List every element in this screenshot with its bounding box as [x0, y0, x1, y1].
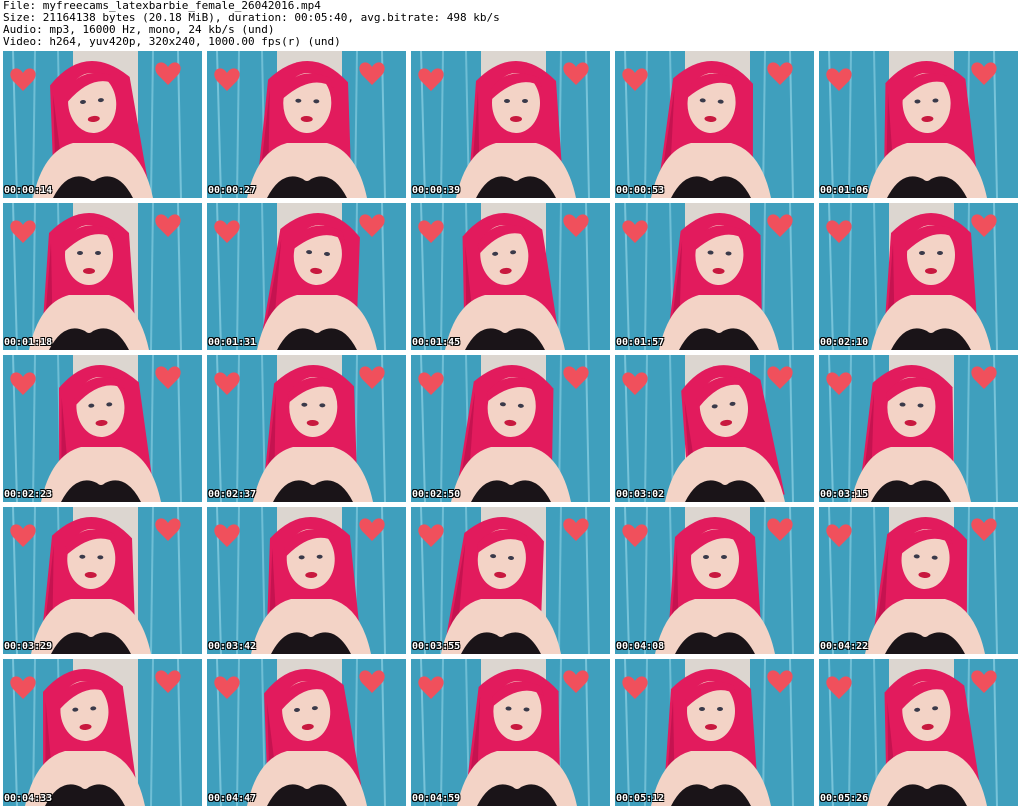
thumbnail-timestamp: 00:04:59: [412, 793, 461, 804]
thumbnail-frame-image: [3, 659, 202, 806]
thumbnail-timestamp: 00:01:45: [412, 337, 461, 348]
thumbnail-timestamp: 00:01:57: [616, 337, 665, 348]
thumbnail-frame-image: [819, 203, 1018, 350]
thumbnail-frame-image: [819, 659, 1018, 806]
thumbnail-timestamp: 00:00:39: [412, 185, 461, 196]
thumbnail-frame-image: [411, 203, 610, 350]
video-thumbnail: 00:03:55: [411, 507, 610, 654]
file-info-header: File: myfreecams_latexbarbie_female_2604…: [3, 0, 1021, 48]
thumbnail-frame-image: [411, 507, 610, 654]
video-thumbnail: 00:02:50: [411, 355, 610, 502]
thumbnail-frame-image: [207, 203, 406, 350]
video-thumbnail: 00:01:06: [819, 51, 1018, 198]
thumbnail-timestamp: 00:04:08: [616, 641, 665, 652]
thumbnail-frame-image: [207, 507, 406, 654]
video-thumbnail: 00:05:12: [615, 659, 814, 806]
video-thumbnail: 00:04:22: [819, 507, 1018, 654]
thumbnail-timestamp: 00:03:15: [820, 489, 869, 500]
thumbnail-frame-image: [411, 355, 610, 502]
video-thumbnail: 00:04:59: [411, 659, 610, 806]
video-thumbnail: 00:01:57: [615, 203, 814, 350]
thumbnail-timestamp: 00:03:42: [208, 641, 257, 652]
thumbnail-timestamp: 00:03:29: [4, 641, 53, 652]
video-thumbnail: 00:02:37: [207, 355, 406, 502]
thumbnail-timestamp: 00:00:53: [616, 185, 665, 196]
thumbnail-timestamp: 00:05:26: [820, 793, 869, 804]
thumbnail-timestamp: 00:00:27: [208, 185, 257, 196]
thumbnail-timestamp: 00:02:23: [4, 489, 53, 500]
thumbnail-timestamp: 00:01:31: [208, 337, 257, 348]
thumbnail-frame-image: [615, 203, 814, 350]
thumbnail-frame-image: [819, 507, 1018, 654]
thumbnail-timestamp: 00:04:33: [4, 793, 53, 804]
thumbnail-frame-image: [615, 507, 814, 654]
video-thumbnail: 00:03:02: [615, 355, 814, 502]
video-thumbnail: 00:01:31: [207, 203, 406, 350]
thumbnail-grid: 00:00:14 00:00:27 00:00:39 00:00:53 00:0…: [3, 51, 1021, 808]
video-thumbnail: 00:04:47: [207, 659, 406, 806]
thumbnail-frame-image: [3, 51, 202, 198]
video-thumbnail: 00:04:08: [615, 507, 814, 654]
thumbnail-frame-image: [819, 51, 1018, 198]
video-info-line: Video: h264, yuv420p, 320x240, 1000.00 f…: [3, 35, 341, 48]
video-thumbnail: 00:00:53: [615, 51, 814, 198]
thumbnail-frame-image: [615, 355, 814, 502]
video-thumbnail: 00:02:23: [3, 355, 202, 502]
video-thumbnail: 00:01:18: [3, 203, 202, 350]
video-thumbnail: 00:03:42: [207, 507, 406, 654]
thumbnail-timestamp: 00:02:37: [208, 489, 257, 500]
thumbnail-timestamp: 00:02:10: [820, 337, 869, 348]
thumbnail-timestamp: 00:02:50: [412, 489, 461, 500]
thumbnail-frame-image: [3, 507, 202, 654]
thumbnail-timestamp: 00:00:14: [4, 185, 53, 196]
thumbnail-timestamp: 00:03:55: [412, 641, 461, 652]
thumbnail-frame-image: [411, 659, 610, 806]
video-thumbnail: 00:04:33: [3, 659, 202, 806]
thumbnail-timestamp: 00:01:06: [820, 185, 869, 196]
video-thumbnail: 00:00:27: [207, 51, 406, 198]
thumbnail-timestamp: 00:04:22: [820, 641, 869, 652]
thumbnail-frame-image: [819, 355, 1018, 502]
thumbnail-frame-image: [3, 355, 202, 502]
thumbnail-frame-image: [615, 659, 814, 806]
thumbnail-timestamp: 00:04:47: [208, 793, 257, 804]
video-thumbnail: 00:03:29: [3, 507, 202, 654]
video-thumbnail: 00:05:26: [819, 659, 1018, 806]
video-thumbnail: 00:00:14: [3, 51, 202, 198]
thumbnail-timestamp: 00:01:18: [4, 337, 53, 348]
thumbnail-frame-image: [207, 355, 406, 502]
video-thumbnail: 00:01:45: [411, 203, 610, 350]
thumbnail-frame-image: [207, 51, 406, 198]
thumbnail-frame-image: [411, 51, 610, 198]
video-thumbnail: 00:03:15: [819, 355, 1018, 502]
thumbnail-timestamp: 00:03:02: [616, 489, 665, 500]
video-thumbnail: 00:00:39: [411, 51, 610, 198]
thumbnail-frame-image: [3, 203, 202, 350]
video-thumbnail: 00:02:10: [819, 203, 1018, 350]
thumbnail-frame-image: [207, 659, 406, 806]
thumbnail-timestamp: 00:05:12: [616, 793, 665, 804]
thumbnail-frame-image: [615, 51, 814, 198]
